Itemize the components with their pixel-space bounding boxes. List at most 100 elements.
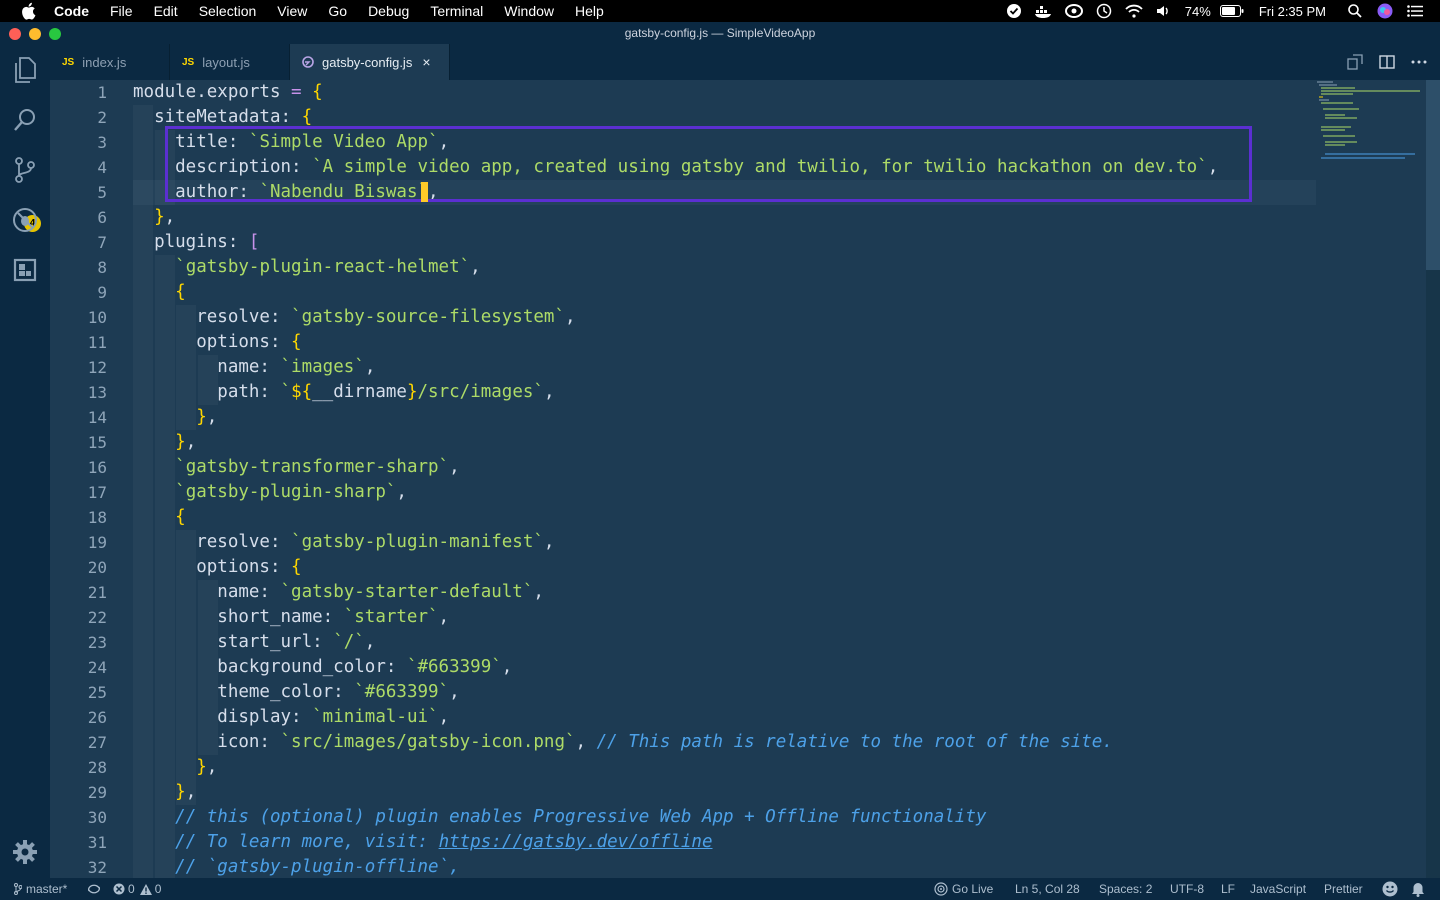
debug-icon[interactable] (11, 206, 39, 234)
git-branch-item[interactable]: master* (14, 878, 67, 900)
code-line[interactable]: 15 }, (50, 430, 1316, 455)
line-number: 13 (87, 383, 107, 402)
menu-window[interactable]: Window (504, 3, 554, 19)
code-text: }, (175, 782, 197, 802)
line-number: 18 (87, 508, 107, 527)
split-editor-icon[interactable] (1376, 51, 1398, 73)
menubar-clock[interactable]: Fri 2:35 PM (1259, 4, 1326, 19)
code-line[interactable]: 22 short_name: `starter`, (50, 605, 1316, 630)
check-circle-icon[interactable] (999, 0, 1029, 22)
cursor-position[interactable]: Ln 5, Col 28 (1015, 878, 1080, 900)
extensions-icon[interactable] (11, 256, 39, 284)
minimap[interactable] (1315, 80, 1425, 160)
notification-center-icon[interactable] (1400, 0, 1430, 22)
git-branch-name: master* (26, 882, 68, 896)
spotlight-search-icon[interactable] (1340, 0, 1370, 22)
code-line[interactable]: 24 background_color: `#663399`, (50, 655, 1316, 680)
tab-layout-js[interactable]: JS layout.js (170, 44, 290, 80)
code-line[interactable]: 28 }, (50, 755, 1316, 780)
problems-item[interactable]: 0 0 (113, 878, 161, 900)
siri-icon[interactable] (1370, 0, 1400, 22)
code-line[interactable]: 19 resolve: `gatsby-plugin-manifest`, (50, 530, 1316, 555)
creative-cloud-icon[interactable] (1059, 0, 1089, 22)
code-line[interactable]: 30 // this (optional) plugin enables Pro… (50, 805, 1316, 830)
battery-percent: 74% (1184, 3, 1211, 19)
language-mode[interactable]: JavaScript (1250, 878, 1306, 900)
code-line[interactable]: 14 }, (50, 405, 1316, 430)
encoding-setting[interactable]: UTF-8 (1170, 878, 1204, 900)
code-line[interactable]: 18 { (50, 505, 1316, 530)
prettier-status[interactable]: Prettier (1324, 878, 1363, 900)
tab-index-js[interactable]: JS index.js (50, 44, 170, 80)
close-tab-icon[interactable]: × (422, 54, 430, 70)
menu-app-name[interactable]: Code (54, 3, 89, 19)
code-line[interactable]: 8 `gatsby-plugin-react-helmet`, (50, 255, 1316, 280)
code-line[interactable]: 13 path: `${__dirname}/src/images`, (50, 380, 1316, 405)
code-line[interactable]: 21 name: `gatsby-starter-default`, (50, 580, 1316, 605)
code-text: { (175, 282, 186, 302)
eol-setting[interactable]: LF (1221, 878, 1235, 900)
notifications-bell-icon[interactable] (1411, 878, 1425, 900)
source-control-icon[interactable] (11, 156, 39, 184)
code-line[interactable]: 20 options: { (50, 555, 1316, 580)
settings-gear-icon[interactable] (11, 838, 39, 866)
menu-selection[interactable]: Selection (199, 3, 257, 19)
code-line[interactable]: 17 `gatsby-plugin-sharp`, (50, 480, 1316, 505)
indentation-setting[interactable]: Spaces: 2 (1099, 878, 1152, 900)
explorer-icon[interactable] (11, 56, 39, 84)
code-line[interactable]: 6 }, (50, 205, 1316, 230)
line-number: 23 (87, 633, 107, 652)
code-text: module.exports = { (133, 82, 323, 102)
menu-debug[interactable]: Debug (368, 3, 409, 19)
code-line[interactable]: 31 // To learn more, visit: https://gats… (50, 830, 1316, 855)
code-text: icon: `src/images/gatsby-icon.png`, // T… (133, 732, 1113, 752)
code-line[interactable]: 12 name: `images`, (50, 355, 1316, 380)
code-editor[interactable]: 1 module.exports = {2 siteMetadata: {3 ti… (50, 80, 1440, 878)
battery-icon[interactable] (1217, 0, 1247, 22)
code-line[interactable]: 32 // `gatsby-plugin-offline`, (50, 855, 1316, 878)
menu-terminal[interactable]: Terminal (430, 3, 483, 19)
time-machine-icon[interactable] (1089, 0, 1119, 22)
close-window-button[interactable] (9, 28, 21, 40)
apple-icon[interactable] (20, 2, 38, 20)
line-number: 32 (87, 858, 107, 877)
code-line[interactable]: 16 `gatsby-transformer-sharp`, (50, 455, 1316, 480)
menu-edit[interactable]: Edit (154, 3, 178, 19)
menu-view[interactable]: View (277, 3, 307, 19)
code-line[interactable]: 10 resolve: `gatsby-source-filesystem`, (50, 305, 1316, 330)
minimize-window-button[interactable] (29, 28, 41, 40)
code-line[interactable]: 9 { (50, 280, 1316, 305)
code-line[interactable]: 26 display: `minimal-ui`, (50, 705, 1316, 730)
line-number: 12 (87, 358, 107, 377)
docker-icon[interactable] (1029, 0, 1059, 22)
code-line[interactable]: 1 module.exports = { (50, 80, 1316, 105)
code-text: `gatsby-plugin-sharp`, (175, 482, 407, 502)
menu-file[interactable]: File (110, 3, 133, 19)
search-icon[interactable] (11, 106, 39, 134)
warning-count: 0 (154, 882, 162, 896)
error-count: 0 (128, 882, 135, 896)
go-live-button[interactable]: Go Live (934, 878, 993, 900)
wifi-icon[interactable] (1119, 0, 1149, 22)
line-number: 4 (97, 158, 107, 177)
code-line[interactable]: 25 theme_color: `#663399`, (50, 680, 1316, 705)
zoom-window-button[interactable] (49, 28, 61, 40)
tab-gatsby-config-js[interactable]: gatsby-config.js × (290, 44, 450, 80)
code-text: start_url: `/`, (133, 632, 376, 652)
feedback-smiley-icon[interactable] (1382, 878, 1398, 900)
code-line[interactable]: 7 plugins: [ (50, 230, 1316, 255)
code-line[interactable]: 29 }, (50, 780, 1316, 805)
sync-icon[interactable] (86, 878, 102, 900)
gatsby-icon (302, 56, 314, 68)
menu-help[interactable]: Help (575, 3, 604, 19)
error-icon (113, 883, 125, 895)
open-changes-icon[interactable] (1344, 51, 1366, 73)
more-actions-icon[interactable] (1408, 51, 1430, 73)
go-live-label: Go Live (952, 882, 994, 896)
code-line[interactable]: 27 icon: `src/images/gatsby-icon.png`, /… (50, 730, 1316, 755)
code-line[interactable]: 11 options: { (50, 330, 1316, 355)
volume-icon[interactable] (1149, 0, 1179, 22)
menu-go[interactable]: Go (328, 3, 347, 19)
vertical-scrollbar-thumb[interactable] (1426, 80, 1440, 270)
code-line[interactable]: 23 start_url: `/`, (50, 630, 1316, 655)
